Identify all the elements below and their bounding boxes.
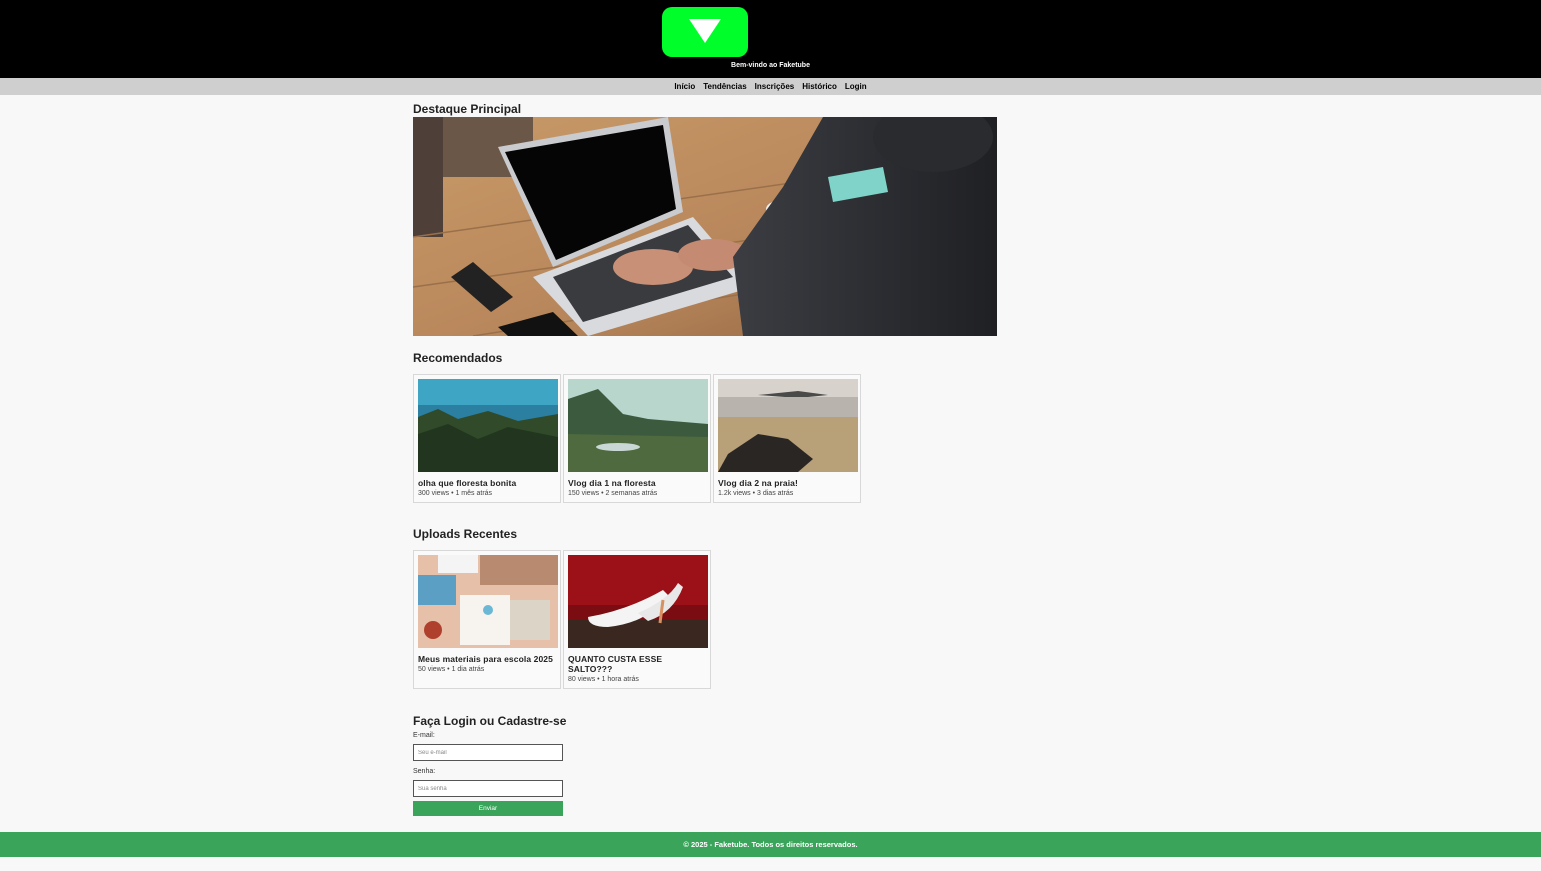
video-title: Vlog dia 1 na floresta — [568, 478, 656, 488]
video-meta: 80 views • 1 hora atrás — [568, 676, 639, 683]
laptop-desk-image — [413, 117, 997, 336]
email-label: E-mail: — [413, 732, 435, 739]
video-card[interactable]: Meus materiais para escola 2025 50 views… — [413, 550, 561, 689]
nav-item-login[interactable]: Login — [845, 78, 867, 95]
recent-uploads-title: Uploads Recentes — [413, 527, 518, 541]
video-thumbnail — [418, 555, 558, 648]
password-field[interactable] — [413, 780, 563, 797]
nav-item-inscricoes[interactable]: Inscrições — [755, 78, 795, 95]
video-title: QUANTO CUSTA ESSE SALTO??? — [568, 654, 663, 674]
video-card[interactable]: Vlog dia 1 na floresta 150 views • 2 sem… — [563, 374, 711, 503]
video-meta: 50 views • 1 dia atrás — [418, 666, 485, 673]
site-footer: © 2025 - Faketube. Todos os direitos res… — [0, 832, 1541, 857]
video-thumbnail — [418, 379, 558, 472]
nav-item-historico[interactable]: Histórico — [802, 78, 837, 95]
featured-video-thumbnail[interactable] — [413, 117, 997, 336]
login-title: Faça Login ou Cadastre-se — [413, 714, 567, 728]
nav-item-tendencias[interactable]: Tendências — [703, 78, 746, 95]
recent-uploads-list: Meus materiais para escola 2025 50 views… — [413, 550, 713, 689]
faketube-logo-icon[interactable] — [662, 7, 748, 57]
video-card[interactable]: olha que floresta bonita 300 views • 1 m… — [413, 374, 561, 503]
email-field[interactable] — [413, 744, 563, 761]
nav-item-inicio[interactable]: Início — [674, 78, 695, 95]
video-meta: 300 views • 1 mês atrás — [418, 490, 493, 497]
video-meta: 150 views • 2 semanas atrás — [568, 490, 658, 497]
site-header: Bem-vindo ao Faketube — [0, 0, 1541, 78]
submit-button[interactable]: Enviar — [413, 801, 563, 816]
video-title: olha que floresta bonita — [418, 478, 517, 488]
featured-title: Destaque Principal — [413, 102, 522, 116]
video-meta: 1.2k views • 3 dias atrás — [718, 490, 794, 497]
video-title: Vlog dia 2 na praia! — [718, 478, 798, 488]
recommended-title: Recomendados — [413, 351, 503, 365]
video-title: Meus materiais para escola 2025 — [418, 654, 553, 664]
recommended-list: olha que floresta bonita 300 views • 1 m… — [413, 374, 863, 503]
video-card[interactable]: QUANTO CUSTA ESSE SALTO??? 80 views • 1 … — [563, 550, 711, 689]
video-thumbnail — [568, 555, 708, 648]
welcome-text: Bem-vindo ao Faketube — [731, 62, 810, 69]
video-thumbnail — [718, 379, 858, 472]
video-thumbnail — [568, 379, 708, 472]
main-nav: Início Tendências Inscrições Histórico L… — [0, 78, 1541, 95]
password-label: Senha: — [413, 768, 436, 775]
video-card[interactable]: Vlog dia 2 na praia! 1.2k views • 3 dias… — [713, 374, 861, 503]
